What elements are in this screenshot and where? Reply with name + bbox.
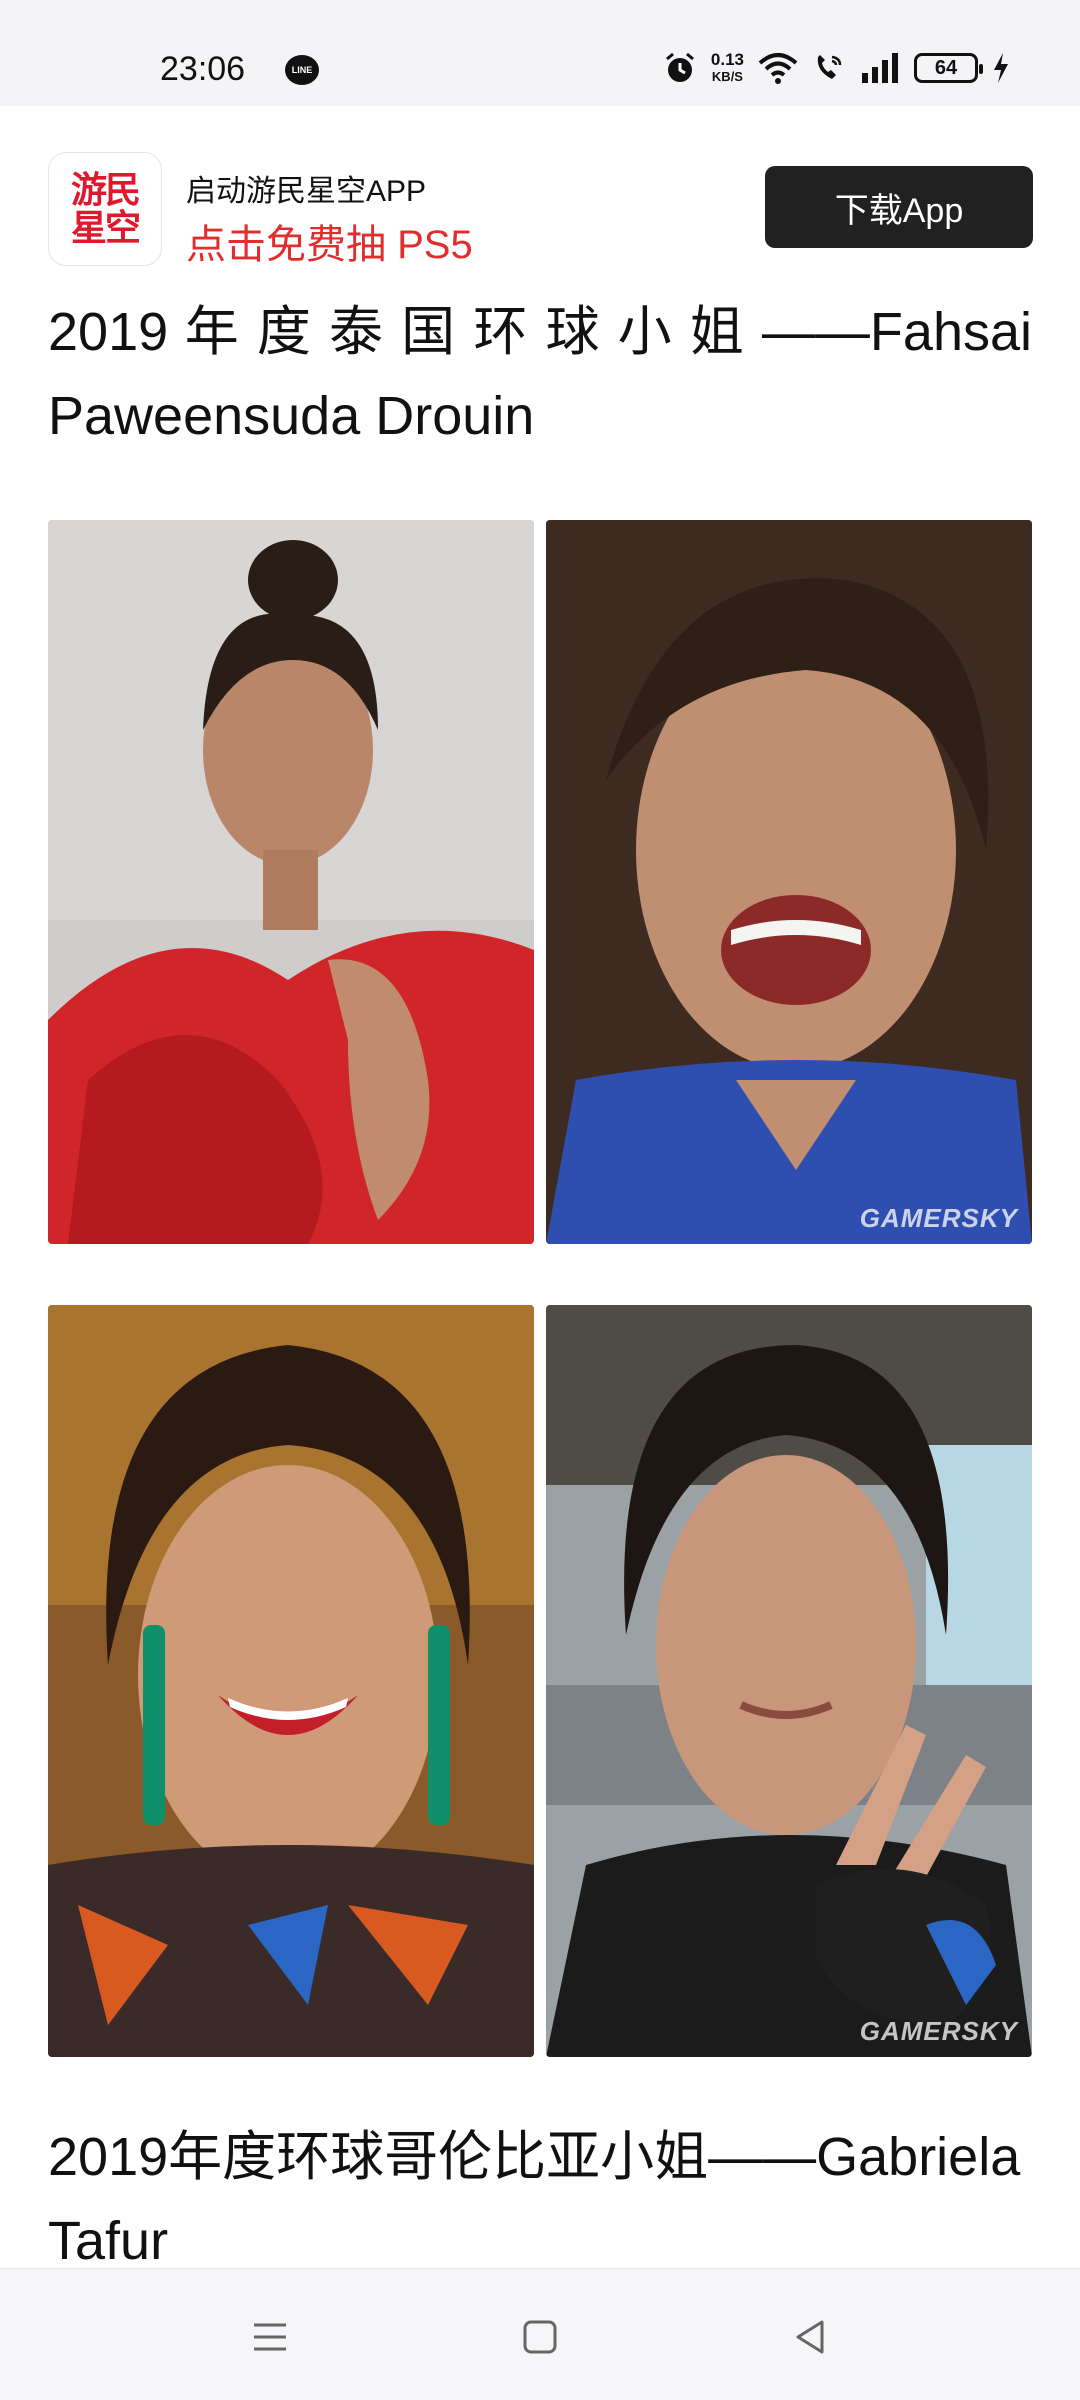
signal-icon xyxy=(862,53,898,83)
home-square-icon[interactable] xyxy=(510,2309,570,2365)
caption-miss-universe-colombia: 2019年度环球哥伦比亚小姐——Gabriela Tafur xyxy=(48,2127,1021,2271)
screen: 23:06 LINE 0.13 KB/S 64 游民 星空 启动游民星空APP … xyxy=(0,0,1080,2400)
photo-red-dress-portrait[interactable] xyxy=(48,520,534,1244)
status-bar: 23:06 LINE 0.13 KB/S 64 xyxy=(0,0,1080,106)
status-time: 23:06 xyxy=(160,50,246,88)
logo-line-1: 游民 xyxy=(70,169,141,210)
app-ad-banner[interactable]: 游民 星空 启动游民星空APP 点击免费抽 PS5 下载App xyxy=(0,106,1080,276)
system-nav-bar xyxy=(0,2268,1080,2400)
line-app-icon: LINE xyxy=(285,55,319,85)
logo-line-2: 星空 xyxy=(70,207,141,248)
network-speed-unit: KB/S xyxy=(711,69,743,84)
charging-icon xyxy=(994,53,1008,83)
back-triangle-icon[interactable] xyxy=(780,2309,840,2365)
photo-blue-shirt-selfie[interactable]: GAMERSKY xyxy=(546,520,1032,1244)
battery-icon: 64 xyxy=(914,53,983,83)
wifi-calling-icon xyxy=(817,55,842,79)
gamersky-logo-text: 游民 星空 xyxy=(70,169,141,248)
photo-pair-2: GAMERSKY xyxy=(48,1305,1032,2057)
ad-subtitle: 点击免费抽 PS5 xyxy=(186,223,473,267)
alarm-icon xyxy=(665,52,694,82)
menu-icon[interactable] xyxy=(240,2309,300,2365)
caption-miss-universe-thailand: 2019 年 度 泰 国 环 球 小 姐 ——Fahsai Paweensuda… xyxy=(48,302,1032,446)
gamersky-watermark: GAMERSKY xyxy=(859,2016,1018,2046)
network-speed-value: 0.13 xyxy=(710,50,744,69)
photo-pair-1: GAMERSKY xyxy=(48,520,1032,1244)
ad-title: 启动游民星空APP xyxy=(186,175,427,208)
download-app-button[interactable]: 下载App xyxy=(765,166,1033,248)
photo-gym-peace-sign-selfie[interactable]: GAMERSKY xyxy=(546,1305,1032,2057)
gamersky-watermark: GAMERSKY xyxy=(859,1203,1018,1233)
photo-green-earrings-portrait[interactable] xyxy=(48,1305,534,2057)
status-icons: 0.13 KB/S 64 xyxy=(663,48,1010,88)
wifi-icon xyxy=(758,53,798,84)
network-speed: 0.13 KB/S xyxy=(711,51,744,85)
gamersky-logo: 游民 星空 xyxy=(48,152,162,266)
